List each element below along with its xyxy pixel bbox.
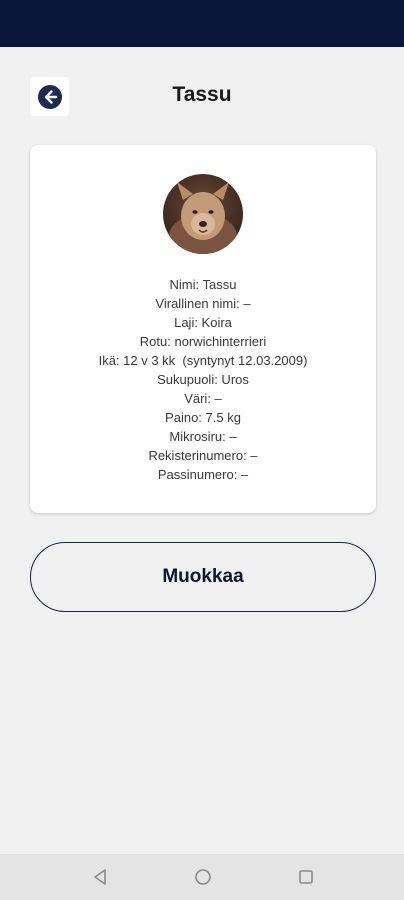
detail-registration-number: Rekisterinumero: – xyxy=(148,448,258,463)
detail-species: Laji: Koira xyxy=(174,315,232,330)
detail-name: Nimi: Tassu xyxy=(169,277,237,292)
edit-button[interactable]: Muokkaa xyxy=(30,542,376,612)
detail-microchip: Mikrosiru: – xyxy=(169,429,237,444)
square-recents-icon[interactable] xyxy=(296,866,316,888)
header: Tassu xyxy=(0,47,404,147)
detail-passport-number: Passinumero: – xyxy=(157,467,249,482)
detail-sex: Sukupuoli: Uros xyxy=(157,372,249,387)
circle-home-icon[interactable] xyxy=(193,866,213,888)
pet-info-card: Nimi: Tassu Virallinen nimi: – Laji: Koi… xyxy=(30,145,376,513)
dog-photo xyxy=(163,174,243,254)
detail-color: Väri: – xyxy=(184,391,222,406)
detail-official-name: Virallinen nimi: – xyxy=(155,296,251,311)
pet-details: Nimi: Tassu Virallinen nimi: – Laji: Koi… xyxy=(30,275,376,484)
pet-avatar xyxy=(163,174,243,254)
system-nav-bar xyxy=(0,854,404,900)
status-bar xyxy=(0,0,404,47)
page-title: Tassu xyxy=(172,83,232,106)
detail-age: Ikä: 12 v 3 kk (syntynyt 12.03.2009) xyxy=(98,353,308,368)
triangle-back-icon[interactable] xyxy=(90,866,110,888)
detail-weight: Paino: 7.5 kg xyxy=(165,410,241,425)
detail-breed: Rotu: norwichinterrieri xyxy=(139,334,267,349)
